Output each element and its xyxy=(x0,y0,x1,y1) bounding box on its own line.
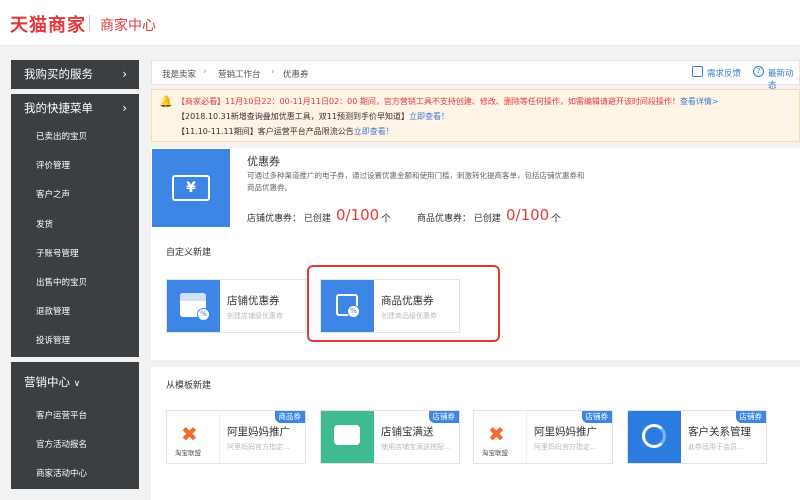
chevron-right-icon: › xyxy=(122,101,127,115)
shop-coupon-label: 店铺优惠券： 已创建 xyxy=(247,214,331,224)
sidebar-marketing-label: 营销中心 xyxy=(24,374,70,389)
center-title[interactable]: 商家中心 xyxy=(100,15,156,35)
custom-section-title: 自定义新建 xyxy=(166,248,212,258)
sidebar-item-merchant-events[interactable]: 商家活动中心 xyxy=(11,460,139,489)
my-services-block: 我购买的服务 › xyxy=(11,60,139,89)
main-content: 我是卖家 › 营销工作台 › 优惠券 需求反馈 ? 最新动态 🔔 【商家必看】1… xyxy=(151,60,800,500)
breadcrumb-item-seller[interactable]: 我是卖家 xyxy=(162,68,196,80)
sidebar-item-sub-accounts[interactable]: 子账号管理 xyxy=(11,240,139,269)
breadcrumb: 我是卖家 › 营销工作台 › 优惠券 需求反馈 ? 最新动态 xyxy=(151,60,800,91)
template-card-title: 客户关系管理 xyxy=(688,426,751,438)
sidebar-my-services-label: 我购买的服务 xyxy=(24,67,93,81)
sidebar-item-official-events[interactable]: 官方活动报名 xyxy=(11,431,139,460)
notice-view-link-2[interactable]: 立即查看！ xyxy=(409,112,449,121)
sidebar-quick-menu[interactable]: 我的快捷菜单 › xyxy=(11,94,139,123)
quick-menu-block: 我的快捷菜单 › 已卖出的宝贝 评价管理 客户之声 发货 子账号管理 出售中的宝… xyxy=(11,94,139,357)
notice-details-link[interactable]: 查看详情> xyxy=(680,97,719,106)
breadcrumb-separator: › xyxy=(271,67,275,77)
taobao-union-label: 淘宝联盟 xyxy=(175,449,201,457)
coupon-title: 优惠券 xyxy=(247,155,280,168)
sidebar-item-sold[interactable]: 已卖出的宝贝 xyxy=(11,123,139,152)
shop-coupon-card-title: 店铺优惠券 xyxy=(227,295,280,307)
item-coupon-count: 0/100 xyxy=(506,206,550,224)
template-card-crm[interactable]: 客户关系管理 此券适用于会员... 店铺券 xyxy=(627,410,767,464)
item-coupon-label: 商品优惠券： 已创建 xyxy=(417,214,501,224)
brand-logo[interactable]: 天猫商家 xyxy=(10,11,86,37)
sidebar-marketing-center[interactable]: 营销中心 ∨ xyxy=(11,362,139,402)
coupon-type-badge: 店铺券 xyxy=(581,411,612,423)
shop-coupon-card[interactable]: % 店铺优惠券 创建店铺级优惠券 xyxy=(166,279,306,333)
notice-view-link-3[interactable]: 立即查看！ xyxy=(354,127,394,136)
shop-coupon-icon: % xyxy=(167,280,220,332)
pinwheel-icon xyxy=(642,424,666,448)
shop-coupon-unit: 个 xyxy=(381,214,391,225)
store-icon xyxy=(334,425,360,445)
header-divider xyxy=(89,15,90,31)
template-section-title: 从模板新建 xyxy=(166,381,212,391)
coupon-logo: ¥ xyxy=(152,149,230,227)
highlight-box xyxy=(307,265,500,342)
sidebar-item-shipping[interactable]: 发货 xyxy=(11,211,139,240)
shop-coupon-count: 0/100 xyxy=(336,206,380,224)
template-card-title: 阿里妈妈推广 xyxy=(534,426,597,438)
shopbao-icon xyxy=(321,411,374,463)
ticket-icon: ¥ xyxy=(172,175,210,201)
coupon-type-badge: 商品券 xyxy=(274,411,305,423)
bell-icon: 🔔 xyxy=(159,95,173,108)
edit-icon xyxy=(692,66,703,77)
notice-warning-text: 【商家必看】11月10日22：00-11月11日02：00 期间，官方营销工具不… xyxy=(177,97,680,106)
chevron-down-icon: ∨ xyxy=(73,378,81,389)
notice-line-3: 【11.10-11.11期间】客户运营平台产品限流公告立即查看！ xyxy=(177,126,394,137)
shop-icon: % xyxy=(180,293,210,321)
top-header: 天猫商家 商家中心 xyxy=(0,0,800,46)
notice-text-2: 【2018.10.31新增查询叠加优惠工具，双11预测到手价早知道】 xyxy=(177,112,409,121)
coupon-type-badge: 店铺券 xyxy=(428,411,459,423)
sidebar-item-reviews[interactable]: 评价管理 xyxy=(11,152,139,181)
template-card-desc: 阿里妈妈官方指定... xyxy=(227,443,290,451)
sidebar-item-customer-voice[interactable]: 客户之声 xyxy=(11,181,139,210)
template-card-desc: 此券适用于会员... xyxy=(688,443,744,451)
latest-news-link[interactable]: 最新动态 xyxy=(768,67,799,91)
coupon-type-badge: 店铺券 xyxy=(735,411,766,423)
percent-icon: % xyxy=(197,308,210,321)
taobao-union-label: 淘宝联盟 xyxy=(482,449,508,457)
template-card-shopbao[interactable]: 店铺宝满送 使用店铺宝满送搭配... 店铺券 xyxy=(320,410,460,464)
sidebar-item-on-sale[interactable]: 出售中的宝贝 xyxy=(11,269,139,298)
notice-line-1: 【商家必看】11月10日22：00-11月11日02：00 期间，官方营销工具不… xyxy=(177,96,719,107)
sidebar: 我购买的服务 › 我的快捷菜单 › 已卖出的宝贝 评价管理 客户之声 发货 子账… xyxy=(11,60,139,494)
shop-coupon-card-desc: 创建店铺级优惠券 xyxy=(227,312,283,320)
sidebar-my-services[interactable]: 我购买的服务 › xyxy=(11,60,139,89)
template-card-desc: 阿里妈妈官方指定... xyxy=(534,443,597,451)
chevron-right-icon: › xyxy=(122,67,127,81)
notice-line-2: 【2018.10.31新增查询叠加优惠工具，双11预测到手价早知道】立即查看！ xyxy=(177,111,449,122)
crm-icon xyxy=(628,411,681,463)
template-card-desc: 使用店铺宝满送搭配... xyxy=(381,443,451,451)
coupon-description: 可通过多种渠道推广的电子券，通过设置优惠金额和使用门槛，刺激转化提高客单，包括店… xyxy=(247,171,585,192)
template-card-alimama-item[interactable]: ✖ 淘宝联盟 阿里妈妈推广 阿里妈妈官方指定... 商品券 xyxy=(166,410,306,464)
notice-banner: 🔔 【商家必看】11月10日22：00-11月11日02：00 期间，官方营销工… xyxy=(151,89,800,142)
template-card-title: 阿里妈妈推广 xyxy=(227,426,290,438)
template-card-alimama-shop[interactable]: ✖ 淘宝联盟 阿里妈妈推广 阿里妈妈官方指定... 店铺券 xyxy=(473,410,613,464)
sidebar-item-refunds[interactable]: 退款管理 xyxy=(11,298,139,327)
item-coupon-unit: 个 xyxy=(551,214,561,225)
notice-text-3: 【11.10-11.11期间】客户运营平台产品限流公告 xyxy=(177,127,354,136)
sidebar-quick-menu-label: 我的快捷菜单 xyxy=(24,101,93,115)
template-card-title: 店铺宝满送 xyxy=(381,426,434,438)
feedback-link[interactable]: 需求反馈 xyxy=(707,67,741,79)
sidebar-item-customer-ops[interactable]: 客户运营平台 xyxy=(11,402,139,431)
sidebar-item-complaints[interactable]: 投诉管理 xyxy=(11,327,139,356)
help-icon: ? xyxy=(753,66,764,77)
marketing-block: 营销中心 ∨ 客户运营平台 官方活动报名 商家活动中心 xyxy=(11,361,139,490)
breadcrumb-separator: › xyxy=(203,67,207,77)
taobao-union-icon: ✖ 淘宝联盟 xyxy=(167,411,220,463)
taobao-union-icon: ✖ 淘宝联盟 xyxy=(474,411,527,463)
breadcrumb-item-coupons: 优惠券 xyxy=(283,70,309,80)
breadcrumb-item-workbench[interactable]: 营销工作台 xyxy=(218,68,261,80)
